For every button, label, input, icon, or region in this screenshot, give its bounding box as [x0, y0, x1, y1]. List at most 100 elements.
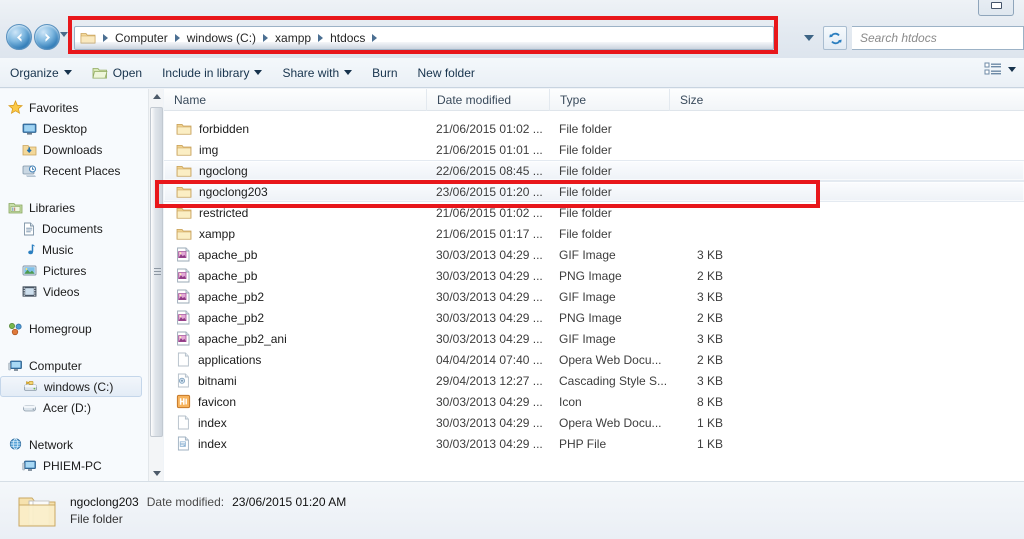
- file-name-cell[interactable]: apache_pb2_ani: [164, 331, 426, 346]
- navigation-pane-scrollbar[interactable]: [148, 89, 163, 481]
- file-name-cell[interactable]: xampp: [164, 227, 426, 241]
- previous-locations-dropdown-button[interactable]: [798, 27, 820, 49]
- include-in-library-button[interactable]: Include in library: [152, 61, 272, 85]
- file-name-label: applications: [198, 352, 262, 367]
- search-box[interactable]: Search htdocs: [852, 26, 1024, 50]
- table-row[interactable]: img 21/06/2015 01:01 ... File folder: [164, 139, 1024, 160]
- file-name-cell[interactable]: index: [164, 436, 426, 451]
- refresh-button[interactable]: [823, 26, 847, 50]
- file-name-cell[interactable]: forbidden: [164, 122, 426, 136]
- file-name-cell[interactable]: apache_pb: [164, 247, 426, 262]
- file-name-cell[interactable]: bitnami: [164, 373, 426, 388]
- sidebar-item-recent-places[interactable]: Recent Places: [0, 160, 148, 181]
- details-text: ngoclong203 Date modified: 23/06/2015 01…: [70, 495, 346, 526]
- sidebar-item-network[interactable]: Network: [0, 434, 148, 455]
- file-name-cell[interactable]: index: [164, 415, 426, 430]
- star-icon: [8, 100, 23, 115]
- table-row[interactable]: favicon 30/03/2013 04:29 ... Icon 8 KB: [164, 391, 1024, 412]
- file-name-cell[interactable]: apache_pb2: [164, 310, 426, 325]
- file-date-cell: 30/03/2013 04:29 ...: [436, 247, 543, 262]
- sidebar-item-windows-c[interactable]: windows (C:): [0, 376, 142, 397]
- file-name-cell[interactable]: favicon: [164, 394, 426, 409]
- table-row[interactable]: ngoclong203 23/06/2015 01:20 ... File fold…: [164, 181, 1024, 202]
- videos-icon: [22, 286, 37, 297]
- open-button[interactable]: Open: [82, 61, 152, 85]
- table-row[interactable]: xampp 21/06/2015 01:17 ... File folder: [164, 223, 1024, 244]
- breadcrumb-separator-icon[interactable]: [263, 34, 269, 42]
- table-row[interactable]: restricted 21/06/2015 01:02 ... File folde…: [164, 202, 1024, 223]
- sidebar-item-videos[interactable]: Videos: [0, 281, 148, 302]
- sidebar-item-documents[interactable]: Documents: [0, 218, 148, 239]
- file-size-cell: 8 KB: [696, 394, 723, 409]
- sidebar-item-homegroup[interactable]: Homegroup: [0, 318, 148, 339]
- file-size-cell: 2 KB: [696, 352, 723, 367]
- file-name-cell[interactable]: apache_pb: [164, 268, 426, 283]
- sidebar-item-libraries[interactable]: Libraries: [0, 197, 148, 218]
- file-name-cell[interactable]: restricted: [164, 206, 426, 220]
- chevron-down-icon: [344, 70, 353, 75]
- file-size-cell: 3 KB: [696, 331, 723, 346]
- scroll-down-button[interactable]: [149, 466, 164, 481]
- new-folder-button[interactable]: New folder: [408, 61, 485, 85]
- view-dropdown-icon[interactable]: [1008, 66, 1016, 72]
- table-row[interactable]: applications 04/04/2014 07:40 ... Opera We…: [164, 349, 1024, 370]
- table-row[interactable]: forbidden 21/06/2015 01:02 ... File folder: [164, 118, 1024, 139]
- breadcrumb-separator-icon[interactable]: [174, 34, 180, 42]
- table-row[interactable]: index 30/03/2013 04:29 ... Opera Web Docu.…: [164, 412, 1024, 433]
- sidebar-item-label: Network: [29, 437, 74, 452]
- burn-button[interactable]: Burn: [362, 61, 407, 85]
- column-header-name[interactable]: Name: [164, 89, 426, 111]
- change-view-icon[interactable]: [984, 61, 1002, 77]
- sidebar-item-music[interactable]: Music: [0, 239, 148, 260]
- file-type-cell: Opera Web Docu...: [559, 415, 662, 430]
- window-controls: [938, 0, 1024, 22]
- sidebar-item-pictures[interactable]: Pictures: [0, 260, 148, 281]
- file-name-label: apache_pb: [198, 268, 258, 283]
- file-date-cell: 21/06/2015 01:02 ...: [436, 121, 543, 136]
- sidebar-item-desktop[interactable]: Desktop: [0, 118, 148, 139]
- share-with-button[interactable]: Share with: [272, 61, 362, 85]
- sidebar-item-label: Libraries: [29, 200, 76, 215]
- table-row[interactable]: bitnami 29/04/2013 12:27 ... Cascading Sty…: [164, 370, 1024, 391]
- table-row[interactable]: apache_pb2 30/03/2013 04:29 ... GIF Image 3…: [164, 286, 1024, 307]
- file-date-cell: 30/03/2013 04:29 ...: [436, 310, 543, 325]
- organize-label: Organize: [10, 65, 59, 80]
- sidebar-item-computer[interactable]: Computer: [0, 355, 148, 376]
- back-button[interactable]: [6, 24, 32, 50]
- breadcrumb-separator-icon[interactable]: [372, 34, 378, 42]
- forward-button[interactable]: [34, 24, 60, 50]
- scroll-up-button[interactable]: [149, 89, 164, 104]
- organize-button[interactable]: Organize: [0, 61, 82, 85]
- file-name-cell[interactable]: ngoclong203: [164, 185, 426, 199]
- file-name-cell[interactable]: applications: [164, 352, 426, 367]
- sidebar-item-acer-d[interactable]: Acer (D:): [0, 397, 148, 418]
- sidebar-group-computer: Computer windows (C:) Acer (D:): [0, 355, 148, 418]
- column-header-date-modified[interactable]: Date modified: [426, 88, 549, 111]
- explorer-window: Computer windows (C:) xampp htdocs Searc…: [0, 0, 1024, 539]
- address-bar[interactable]: Computer windows (C:) xampp htdocs: [74, 26, 774, 50]
- column-header-size[interactable]: Size: [669, 88, 739, 111]
- sidebar-item-phiem-pc[interactable]: PHIEM-PC: [0, 455, 148, 476]
- file-name-cell[interactable]: img: [164, 143, 426, 157]
- file-name-cell[interactable]: ngoclong: [164, 164, 426, 178]
- table-row[interactable]: ngoclong 22/06/2015 08:45 ... File folder: [164, 160, 1024, 181]
- table-row[interactable]: apache_pb2_ani 30/03/2013 04:29 ... GIF Im…: [164, 328, 1024, 349]
- table-row[interactable]: apache_pb2 30/03/2013 04:29 ... PNG Image 2…: [164, 307, 1024, 328]
- file-date-cell: 23/06/2015 01:20 ...: [436, 184, 543, 199]
- file-size-cell: 1 KB: [696, 436, 723, 451]
- sidebar-item-downloads[interactable]: Downloads: [0, 139, 148, 160]
- table-row[interactable]: apache_pb 30/03/2013 04:29 ... GIF Image 3 …: [164, 244, 1024, 265]
- recent-pages-dropdown-icon[interactable]: [60, 32, 68, 37]
- sidebar-item-favorites[interactable]: Favorites: [0, 97, 148, 118]
- file-date-cell: 30/03/2013 04:29 ...: [436, 394, 543, 409]
- column-header-type[interactable]: Type: [549, 88, 669, 111]
- sidebar-item-label: Videos: [43, 284, 80, 299]
- restore-window-button[interactable]: [978, 0, 1014, 16]
- file-date-cell: 21/06/2015 01:01 ...: [436, 142, 543, 157]
- table-row[interactable]: index 30/03/2013 04:29 ... PHP File 1 KB: [164, 433, 1024, 454]
- scrollbar-thumb[interactable]: [150, 107, 163, 437]
- search-input[interactable]: Search htdocs: [860, 31, 937, 45]
- table-row[interactable]: apache_pb 30/03/2013 04:29 ... PNG Image 2 …: [164, 265, 1024, 286]
- breadcrumb-separator-icon[interactable]: [318, 34, 324, 42]
- file-name-cell[interactable]: apache_pb2: [164, 289, 426, 304]
